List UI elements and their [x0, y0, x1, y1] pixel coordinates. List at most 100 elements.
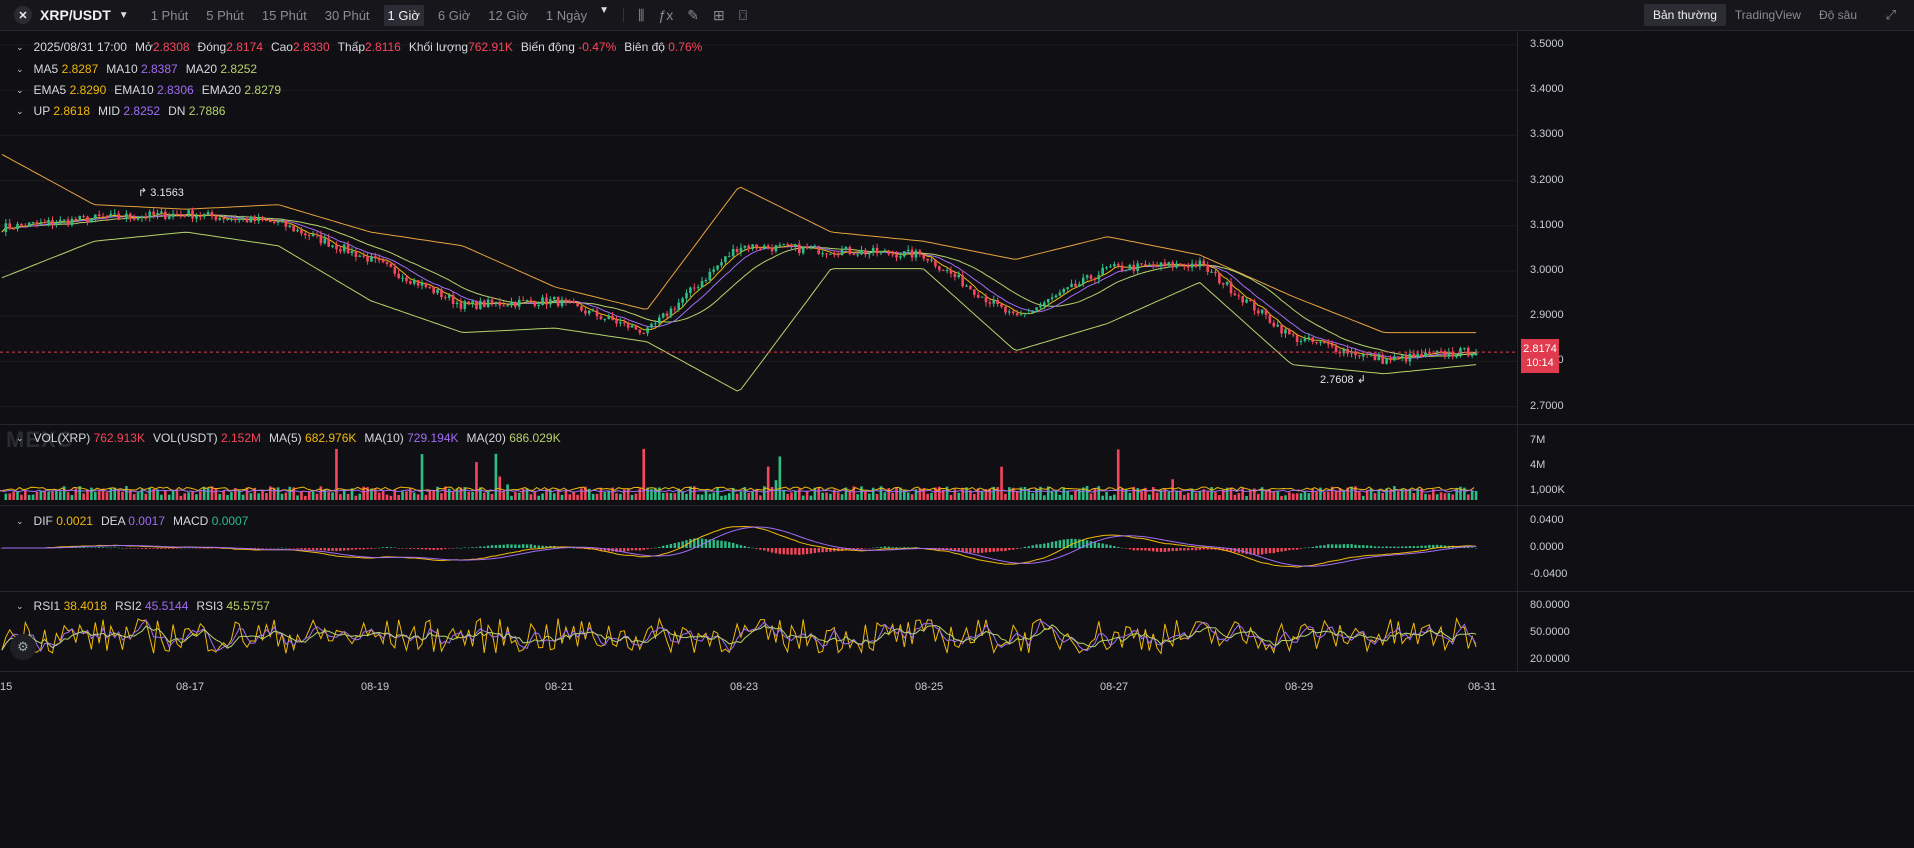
price-axis[interactable]: 3.5000 3.4000 3.3000 3.2000 3.1000 3.0000 2.90…	[1517, 31, 1914, 425]
time-axis[interactable]: 15 08-17 08-19 08-21 08-23 08-25 08-27 08-29 08-…	[0, 672, 1914, 848]
ma20-label: MA20	[185, 62, 218, 76]
interval-4[interactable]: 1 Giờ	[383, 4, 424, 26]
macd-bar	[389, 547, 393, 548]
chevron-down-icon[interactable]: ▼	[119, 10, 129, 21]
interval-7[interactable]: 1 Ngày	[542, 5, 591, 26]
camera-icon[interactable]: ⌼	[739, 7, 747, 24]
interval-6[interactable]: 12 Giờ	[484, 5, 532, 26]
symbol-label[interactable]: XRP/USDT	[40, 7, 111, 23]
macd-axis[interactable]: 0.0400 0.0000 -0.0400	[1517, 506, 1914, 592]
volume-bar	[214, 488, 218, 500]
rsi-pane[interactable]: ⌄ RSI1 38.4018 RSI2 45.5144 RSI3 45.5757…	[0, 592, 1517, 672]
candle-body	[199, 216, 202, 218]
price-pane[interactable]: ⌄ 2025/08/31 17:00 Mở2.8308 Đóng2.8174 C…	[0, 31, 1517, 452]
volume-bar	[1466, 494, 1470, 500]
macd-bar	[626, 548, 630, 552]
volume-bar	[1245, 495, 1248, 500]
macd-bar	[1412, 546, 1416, 548]
interval-1[interactable]: 5 Phút	[202, 5, 248, 26]
candle-body	[677, 302, 681, 310]
interval-3[interactable]: 30 Phút	[321, 5, 374, 26]
macd-bar	[506, 544, 509, 548]
macd-bar	[436, 548, 439, 550]
volume-bar	[409, 488, 412, 500]
volume-bar	[595, 493, 599, 500]
macd-bar	[397, 548, 400, 549]
volume-bar	[510, 495, 513, 500]
candle-body	[1120, 265, 1124, 271]
rsi-axis[interactable]: 80.0000 50.0000 20.0000	[1517, 592, 1914, 672]
chevron-down-icon[interactable]: ⌄	[16, 433, 24, 444]
change-value: -0.47%	[578, 40, 617, 54]
volume-bar	[1373, 493, 1377, 500]
candle-body	[716, 265, 719, 270]
chevron-down-icon[interactable]: ⌄	[16, 64, 24, 75]
chevron-down-icon[interactable]: ⌄	[16, 601, 24, 612]
macd-bar	[514, 544, 517, 548]
chart-settings-icon[interactable]: ⚙	[10, 634, 36, 660]
volume-row: ⌄ VOL(XRP) 762.913K VOL(USDT) 2.152M MA(…	[16, 431, 561, 445]
candle-body	[405, 277, 408, 282]
candle-body	[296, 229, 299, 232]
candle-body	[409, 281, 412, 284]
macd-bar	[809, 548, 813, 554]
volume-bar	[1163, 488, 1167, 500]
volume-bar	[1334, 490, 1338, 500]
view-tab-1[interactable]: TradingView	[1726, 4, 1810, 26]
interval-5[interactable]: 6 Giờ	[434, 5, 474, 26]
volume-bar	[1159, 490, 1163, 500]
volume-bar	[630, 494, 634, 500]
layout-grid-icon[interactable]: ⊞	[713, 7, 725, 24]
candle-body	[836, 254, 840, 256]
interval-2[interactable]: 15 Phút	[258, 5, 311, 26]
volume-axis[interactable]: 7M 4M 1,000K	[1517, 425, 1914, 506]
chevron-down-icon[interactable]: ⌄	[16, 85, 24, 96]
volume-bar	[603, 491, 607, 500]
volume-bar	[1167, 491, 1171, 500]
rsi2-value: 45.5144	[145, 599, 189, 613]
view-tab-2[interactable]: Độ sâu	[1810, 4, 1866, 26]
view-tab-0[interactable]: Bản thường	[1643, 4, 1726, 26]
candle-body	[315, 234, 319, 236]
chevron-down-icon[interactable]: ⌄	[16, 516, 24, 527]
volume-bar	[39, 490, 43, 500]
interval-0[interactable]: 1 Phút	[147, 5, 193, 26]
candle-body	[949, 270, 953, 274]
macd-bar	[300, 548, 303, 550]
volume-bar	[1148, 494, 1151, 500]
candle-body	[980, 296, 984, 298]
candle-body	[556, 297, 560, 307]
macd-bar	[669, 544, 673, 548]
chevron-down-icon[interactable]: ⌄	[16, 106, 24, 117]
fullscreen-icon[interactable]: ⤢	[1886, 7, 1896, 23]
indicator-icon[interactable]: ƒx	[658, 7, 673, 23]
macd-pane[interactable]: ⌄ DIF 0.0021 DEA 0.0017 MACD 0.0007	[0, 506, 1517, 592]
volume-bar	[1342, 491, 1346, 500]
draw-pencil-icon[interactable]: ✎	[687, 7, 699, 24]
candle-body	[770, 247, 774, 252]
volume-bar	[1116, 449, 1120, 500]
volume-bar	[541, 493, 544, 500]
volume-bar	[315, 493, 319, 500]
volume-pane[interactable]: ⌄ VOL(XRP) 762.913K VOL(USDT) 2.152M MA(…	[0, 425, 1517, 506]
interval-more-chevron-icon[interactable]: ▼	[599, 5, 609, 26]
chevron-down-icon[interactable]: ⌄	[16, 42, 24, 53]
macd-bar	[1062, 539, 1065, 548]
volume-bar	[47, 491, 50, 500]
macd-bar	[720, 540, 723, 548]
axis-tick: 0.0000	[1530, 541, 1564, 553]
candle-body	[642, 332, 646, 334]
candle-type-icon[interactable]: ⫼	[638, 7, 644, 24]
candle-body	[1346, 349, 1350, 354]
candle-body	[992, 299, 996, 304]
candle-body	[58, 219, 62, 224]
volume-bar	[1151, 487, 1155, 500]
macd-bar	[1097, 542, 1100, 548]
candle-body	[1264, 309, 1268, 315]
macd-bar	[1288, 548, 1291, 551]
candle-body	[1330, 344, 1334, 347]
volume-bar	[58, 491, 62, 500]
volume-bar	[27, 494, 31, 500]
volume-bar	[883, 492, 887, 500]
macd-bar	[335, 548, 338, 552]
